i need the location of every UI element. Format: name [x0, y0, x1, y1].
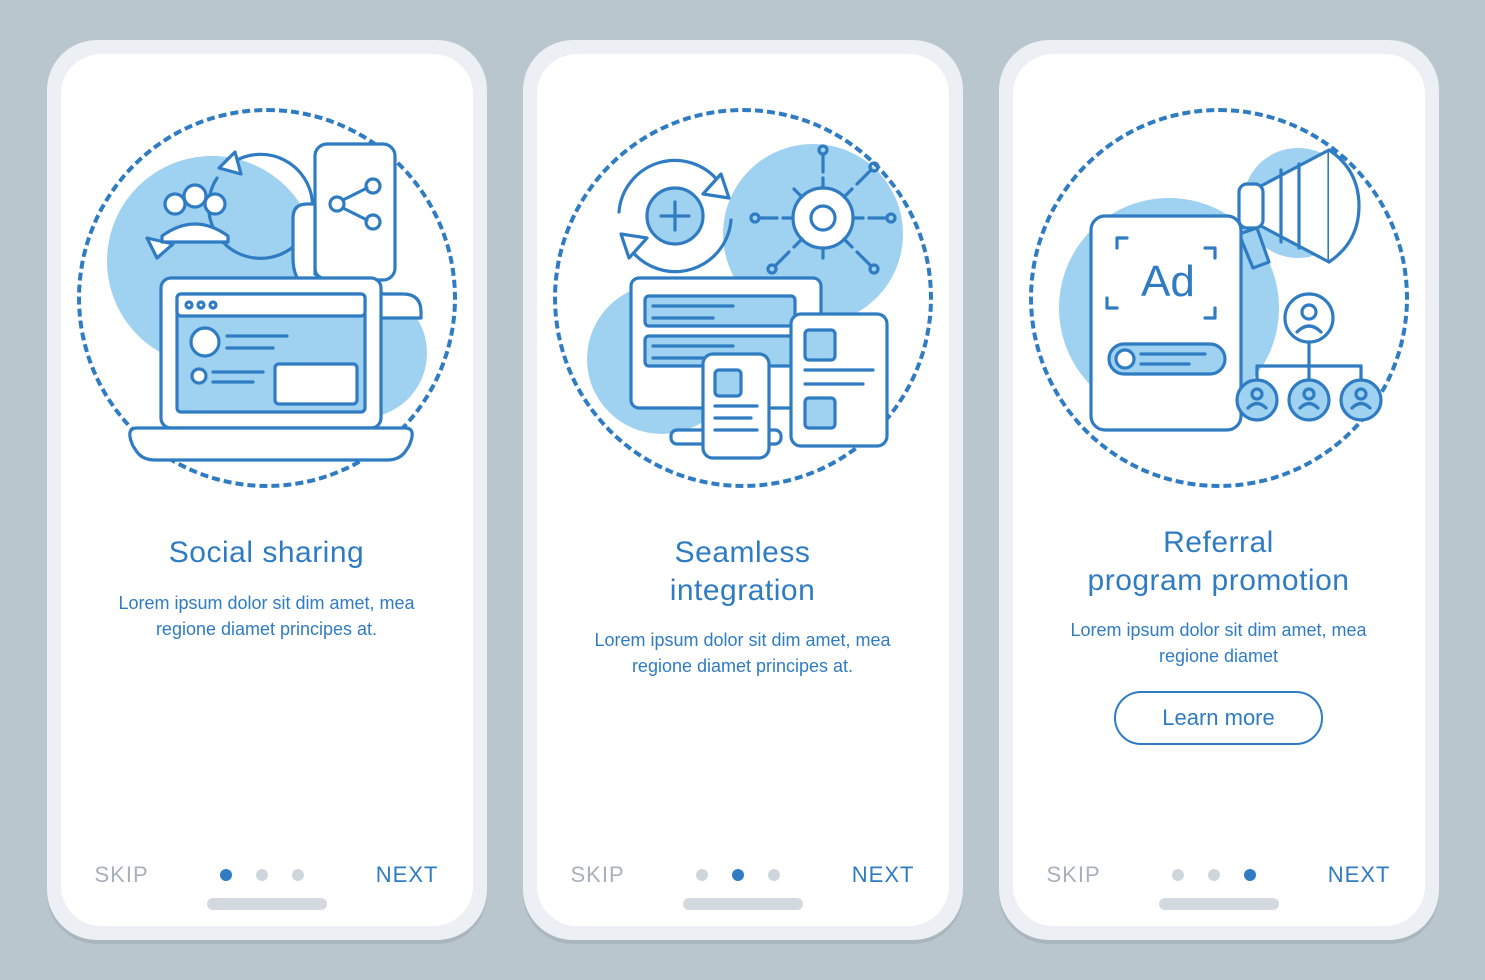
- home-indicator: [1159, 898, 1279, 910]
- page-dot-2[interactable]: [732, 869, 744, 881]
- onboarding-body: Lorem ipsum dolor sit dim amet, mea regi…: [578, 627, 908, 679]
- page-dot-2[interactable]: [256, 869, 268, 881]
- laptop-profile-icon: [129, 278, 411, 460]
- illustration-social-sharing: [77, 108, 457, 488]
- skip-button[interactable]: SKIP: [571, 862, 625, 888]
- tablet-ad-icon: Ad: [1091, 216, 1241, 430]
- next-button[interactable]: NEXT: [1328, 862, 1391, 888]
- skip-button[interactable]: SKIP: [1047, 862, 1101, 888]
- next-button[interactable]: NEXT: [376, 862, 439, 888]
- onboarding-screen-3: Ad: [1013, 54, 1425, 926]
- ad-label: Ad: [1141, 257, 1195, 306]
- illustration-seamless-integration: [553, 108, 933, 488]
- phone-mockup-3: Ad: [999, 40, 1439, 940]
- skip-button[interactable]: SKIP: [95, 862, 149, 888]
- onboarding-title: Social sharing: [169, 534, 364, 572]
- page-dot-1[interactable]: [696, 869, 708, 881]
- page-dot-1[interactable]: [1172, 869, 1184, 881]
- learn-more-button[interactable]: Learn more: [1114, 691, 1323, 745]
- megaphone-icon: [1239, 150, 1359, 268]
- refresh-plus-icon: [619, 160, 731, 271]
- page-indicator: [696, 869, 780, 881]
- onboarding-title: Referral program promotion: [1088, 524, 1350, 599]
- phone-mockup-2: Seamless integration Lorem ipsum dolor s…: [523, 40, 963, 940]
- onboarding-screen-1: Social sharing Lorem ipsum dolor sit dim…: [61, 54, 473, 926]
- home-indicator: [683, 898, 803, 910]
- referral-tree-icon: [1237, 294, 1381, 420]
- onboarding-title: Seamless integration: [670, 534, 816, 609]
- page-dot-3[interactable]: [1244, 869, 1256, 881]
- onboarding-screen-2: Seamless integration Lorem ipsum dolor s…: [537, 54, 949, 926]
- onboarding-body: Lorem ipsum dolor sit dim amet, mea regi…: [102, 590, 432, 642]
- page-dot-1[interactable]: [220, 869, 232, 881]
- page-indicator: [1172, 869, 1256, 881]
- onboarding-body: Lorem ipsum dolor sit dim amet, mea regi…: [1054, 617, 1384, 669]
- page-dot-2[interactable]: [1208, 869, 1220, 881]
- gear-circuit-icon: [751, 146, 895, 273]
- people-group-icon: [162, 185, 228, 242]
- page-indicator: [220, 869, 304, 881]
- page-dot-3[interactable]: [768, 869, 780, 881]
- page-dot-3[interactable]: [292, 869, 304, 881]
- home-indicator: [207, 898, 327, 910]
- illustration-referral-program: Ad: [1029, 108, 1409, 488]
- phone-mockup-1: Social sharing Lorem ipsum dolor sit dim…: [47, 40, 487, 940]
- next-button[interactable]: NEXT: [852, 862, 915, 888]
- desktop-tablet-phone-icon: [631, 278, 887, 458]
